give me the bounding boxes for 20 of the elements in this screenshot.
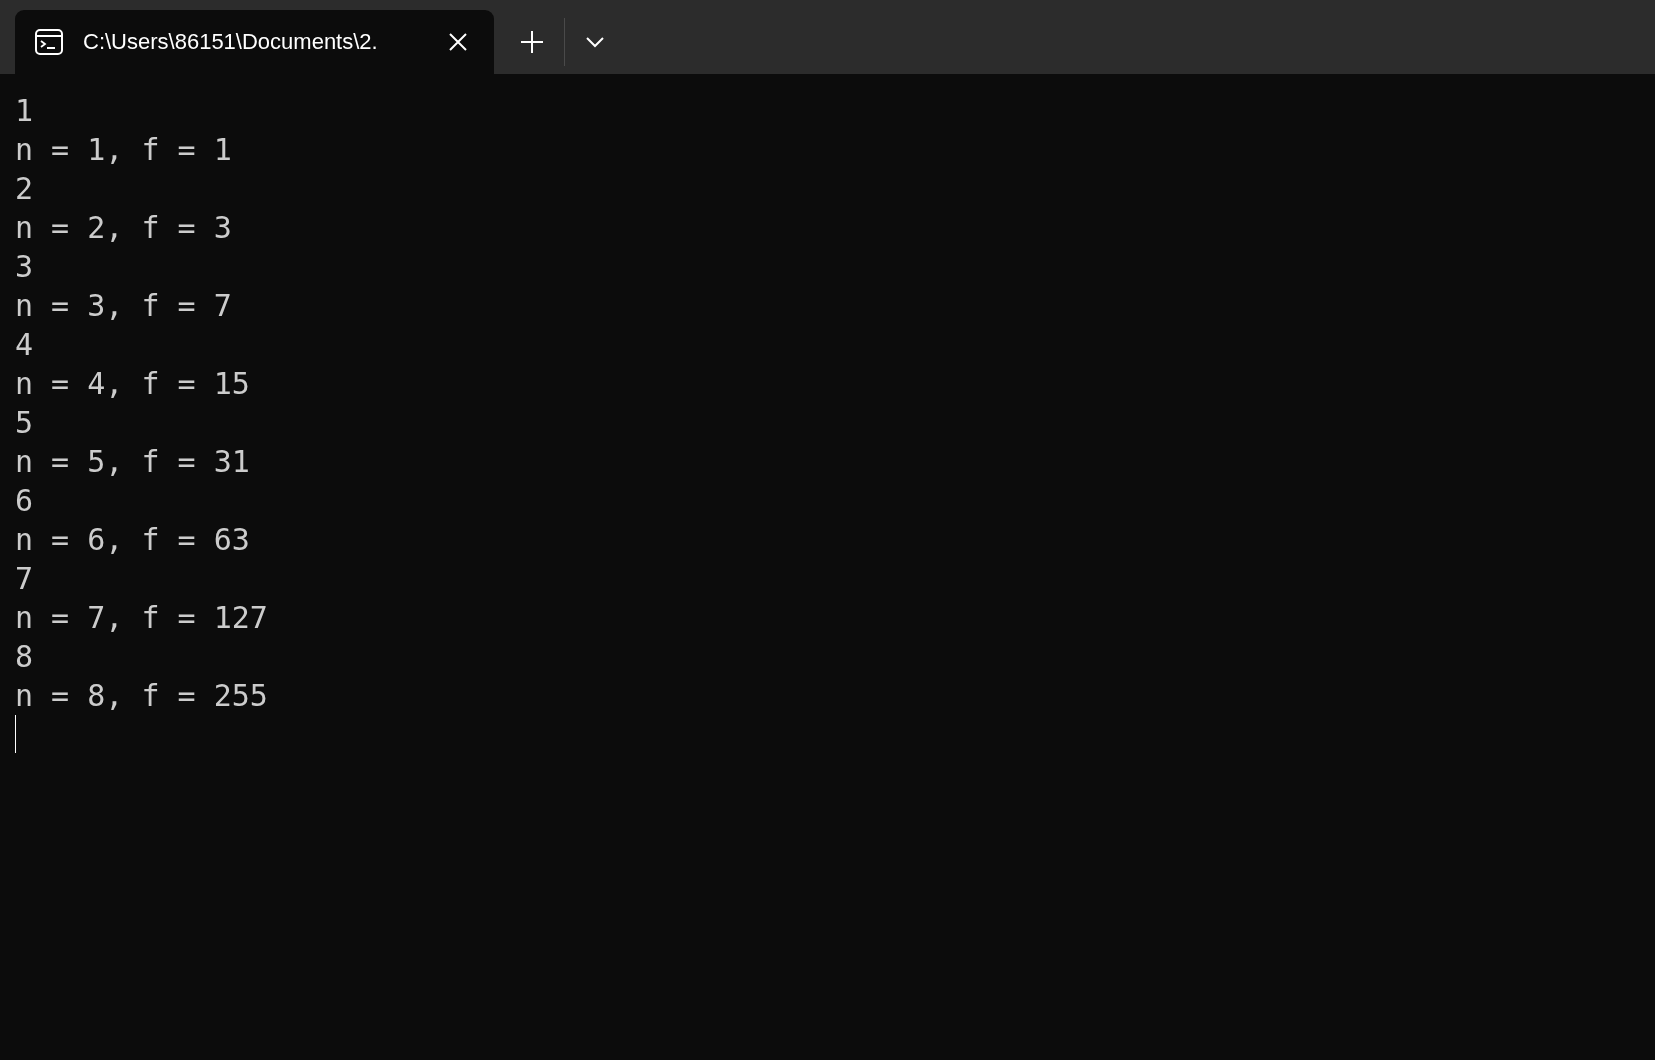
text-cursor (15, 715, 16, 753)
output-line: 7 (15, 560, 34, 598)
output-line: 2 (15, 170, 34, 208)
output-line: n = 4, f = 15 (15, 365, 250, 403)
output-line: n = 5, f = 31 (15, 443, 250, 481)
output-line: 6 (15, 482, 34, 520)
output-line: 8 (15, 638, 34, 676)
output-line: n = 7, f = 127 (15, 599, 268, 637)
output-line: 1 (15, 92, 34, 130)
terminal-tab[interactable]: C:\Users\86151\Documents\2. (15, 10, 494, 74)
output-line: 4 (15, 326, 34, 364)
output-line: 5 (15, 404, 34, 442)
output-line: n = 8, f = 255 (15, 677, 268, 715)
output-line: n = 3, f = 7 (15, 287, 232, 325)
output-line: 3 (15, 248, 34, 286)
tab-title: C:\Users\86151\Documents\2. (83, 29, 379, 55)
output-line: n = 2, f = 3 (15, 209, 232, 247)
output-line: n = 1, f = 1 (15, 131, 232, 169)
output-line: n = 6, f = 63 (15, 521, 250, 559)
terminal-icon (35, 28, 63, 56)
